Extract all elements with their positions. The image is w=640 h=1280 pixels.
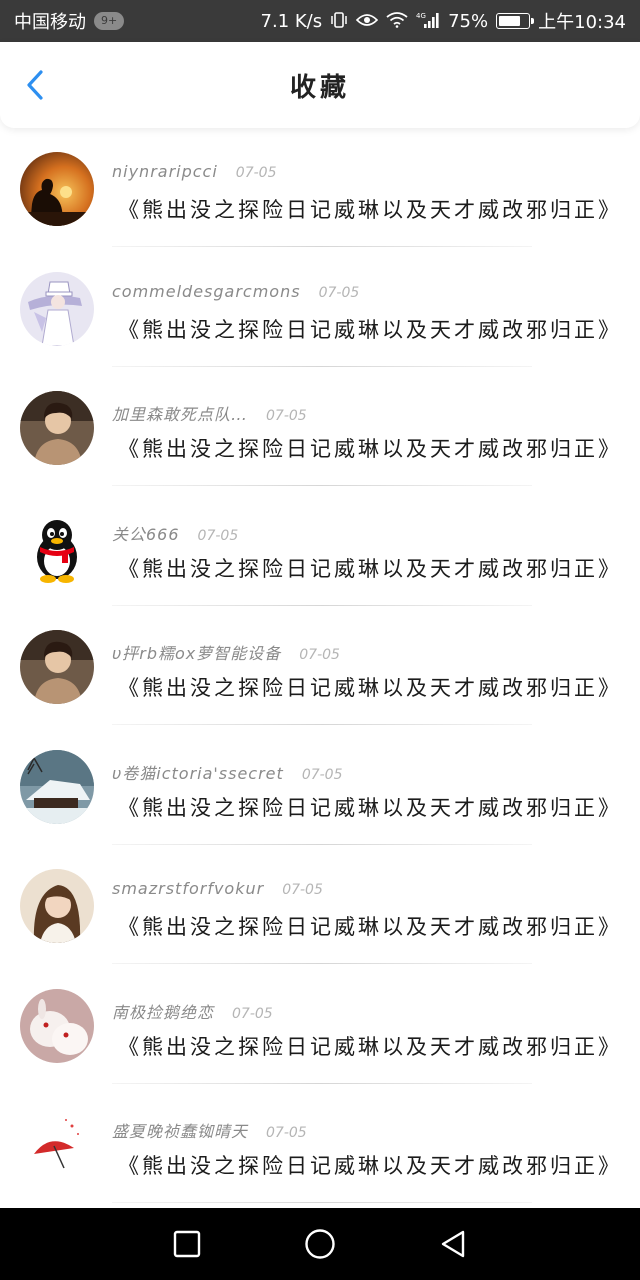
item-date: 07-05 xyxy=(301,766,343,783)
circle-icon xyxy=(305,1229,335,1259)
triangle-back-icon xyxy=(442,1230,465,1258)
username[interactable]: smazrstforfvokur xyxy=(112,879,264,898)
username[interactable]: niynraripcci xyxy=(112,162,218,181)
item-title[interactable]: 《熊出没之探险日记威琳以及天才威改邪归正》 xyxy=(118,553,622,583)
username[interactable]: 南极捡鹅绝恋 xyxy=(112,999,214,1023)
username[interactable]: 加里森敢死点队… xyxy=(112,401,248,425)
item-title[interactable]: 《熊出没之探险日记威琳以及天才威改邪归正》 xyxy=(118,792,622,822)
nav-back-button[interactable] xyxy=(431,1222,475,1266)
item-meta: niynraripcci 07-05 xyxy=(112,162,276,181)
eye-icon xyxy=(355,12,379,31)
avatar[interactable] xyxy=(20,391,94,465)
avatar[interactable] xyxy=(20,988,94,1063)
favorite-item[interactable]: υ抨rb糯ox萝智能设备 07-05 《熊出没之探险日记威琳以及天才威改邪归正》 xyxy=(0,606,640,726)
item-title[interactable]: 《熊出没之探险日记威琳以及天才威改邪归正》 xyxy=(118,1031,622,1061)
recent-apps-button[interactable] xyxy=(165,1222,209,1266)
network-type-label: 4G xyxy=(416,12,426,20)
item-date: 07-05 xyxy=(266,1125,307,1141)
item-title[interactable]: 《熊出没之探险日记威琳以及天才威改邪归正》 xyxy=(118,1150,622,1180)
status-right: 7.1 K/s 4G 75% 上午10:34 xyxy=(261,8,626,34)
favorite-item[interactable]: smazrstforfvokur 07-05 《熊出没之探险日记威琳以及天才威改邪归… xyxy=(0,845,640,965)
item-title[interactable]: 《熊出没之探险日记威琳以及天才威改邪归正》 xyxy=(118,314,622,344)
avatar[interactable] xyxy=(20,869,94,943)
favorite-item[interactable]: υ卷猫ictoria'ssecret 07-05 《熊出没之探险日记威琳以及天才威改… xyxy=(0,726,640,846)
item-meta: 关公666 07-05 xyxy=(112,521,238,545)
vibrate-icon xyxy=(330,11,348,32)
username[interactable]: υ卷猫ictoria'ssecret xyxy=(112,760,284,784)
favorite-item[interactable]: 南极捡鹅绝恋 07-05 《熊出没之探险日记威琳以及天才威改邪归正》 xyxy=(0,965,640,1085)
battery-fill xyxy=(499,16,521,26)
item-meta: 加里森敢死点队… 07-05 xyxy=(112,401,307,425)
divider xyxy=(112,1202,532,1203)
favorite-item[interactable]: niynraripcci 07-05 《熊出没之探险日记威琳以及天才威改邪归正》 xyxy=(0,128,640,248)
favorites-list: niynraripcci 07-05 《熊出没之探险日记威琳以及天才威改邪归正》 co… xyxy=(0,128,640,1204)
notification-badge: 9+ xyxy=(94,12,125,30)
favorite-item[interactable]: 加里森敢死点队… 07-05 《熊出没之探险日记威琳以及天才威改邪归正》 xyxy=(0,367,640,487)
square-icon xyxy=(173,1230,200,1258)
page-header: 收藏 xyxy=(0,42,640,128)
clock: 上午10:34 xyxy=(538,12,626,33)
network-speed: 7.1 K/s xyxy=(260,10,323,32)
avatar[interactable] xyxy=(20,510,94,585)
item-meta: smazrstforfvokur 07-05 xyxy=(112,879,323,898)
item-meta: 盛夏晚祯蠢铷晴天 07-05 xyxy=(112,1118,307,1142)
avatar[interactable] xyxy=(20,271,94,346)
wifi-icon xyxy=(386,11,408,31)
item-date: 07-05 xyxy=(299,647,340,663)
page-title: 收藏 xyxy=(289,72,350,103)
favorite-item[interactable]: 关公666 07-05 《熊出没之探险日记威琳以及天才威改邪归正》 xyxy=(0,487,640,607)
item-meta: commeldesgarcmons 07-05 xyxy=(112,282,359,301)
carrier-label: 中国移动 xyxy=(14,12,86,33)
avatar[interactable] xyxy=(20,630,94,704)
item-date: 07-05 xyxy=(232,1005,273,1022)
status-left: 中国移动 9+ xyxy=(14,8,125,34)
item-meta: υ卷猫ictoria'ssecret 07-05 xyxy=(112,760,343,784)
item-title[interactable]: 《熊出没之探险日记威琳以及天才威改邪归正》 xyxy=(118,672,622,702)
back-button[interactable] xyxy=(18,68,52,102)
item-title[interactable]: 《熊出没之探险日记威琳以及天才威改邪归正》 xyxy=(118,194,622,224)
item-meta: υ抨rb糯ox萝智能设备 07-05 xyxy=(112,640,340,664)
username[interactable]: 关公666 xyxy=(112,521,180,545)
username[interactable]: commeldesgarcmons xyxy=(112,282,301,301)
navigation-bar xyxy=(0,1208,640,1280)
avatar[interactable] xyxy=(20,749,94,824)
item-date: 07-05 xyxy=(266,408,307,424)
signal-icon: 4G xyxy=(416,11,440,32)
item-title[interactable]: 《熊出没之探险日记威琳以及天才威改邪归正》 xyxy=(118,433,622,463)
battery-percent: 75% xyxy=(448,10,489,32)
item-date: 07-05 xyxy=(197,527,239,544)
avatar[interactable] xyxy=(20,1108,94,1182)
avatar[interactable] xyxy=(20,152,94,226)
favorite-item[interactable]: commeldesgarcmons 07-05 《熊出没之探险日记威琳以及天才威改邪… xyxy=(0,248,640,368)
item-date: 07-05 xyxy=(282,882,323,898)
favorite-item[interactable]: 盛夏晚祯蠢铷晴天 07-05 《熊出没之探险日记威琳以及天才威改邪归正》 xyxy=(0,1084,640,1204)
item-meta: 南极捡鹅绝恋 07-05 xyxy=(112,999,273,1023)
username[interactable]: 盛夏晚祯蠢铷晴天 xyxy=(112,1118,248,1142)
username[interactable]: υ抨rb糯ox萝智能设备 xyxy=(112,640,281,664)
item-date: 07-05 xyxy=(318,284,360,301)
chevron-left-icon xyxy=(27,70,43,100)
battery-icon xyxy=(496,13,535,29)
item-date: 07-05 xyxy=(235,165,277,181)
home-button[interactable] xyxy=(298,1222,342,1266)
item-title[interactable]: 《熊出没之探险日记威琳以及天才威改邪归正》 xyxy=(118,911,622,941)
status-bar: 中国移动 9+ 7.1 K/s 4G 75% 上午10:34 xyxy=(0,0,640,42)
